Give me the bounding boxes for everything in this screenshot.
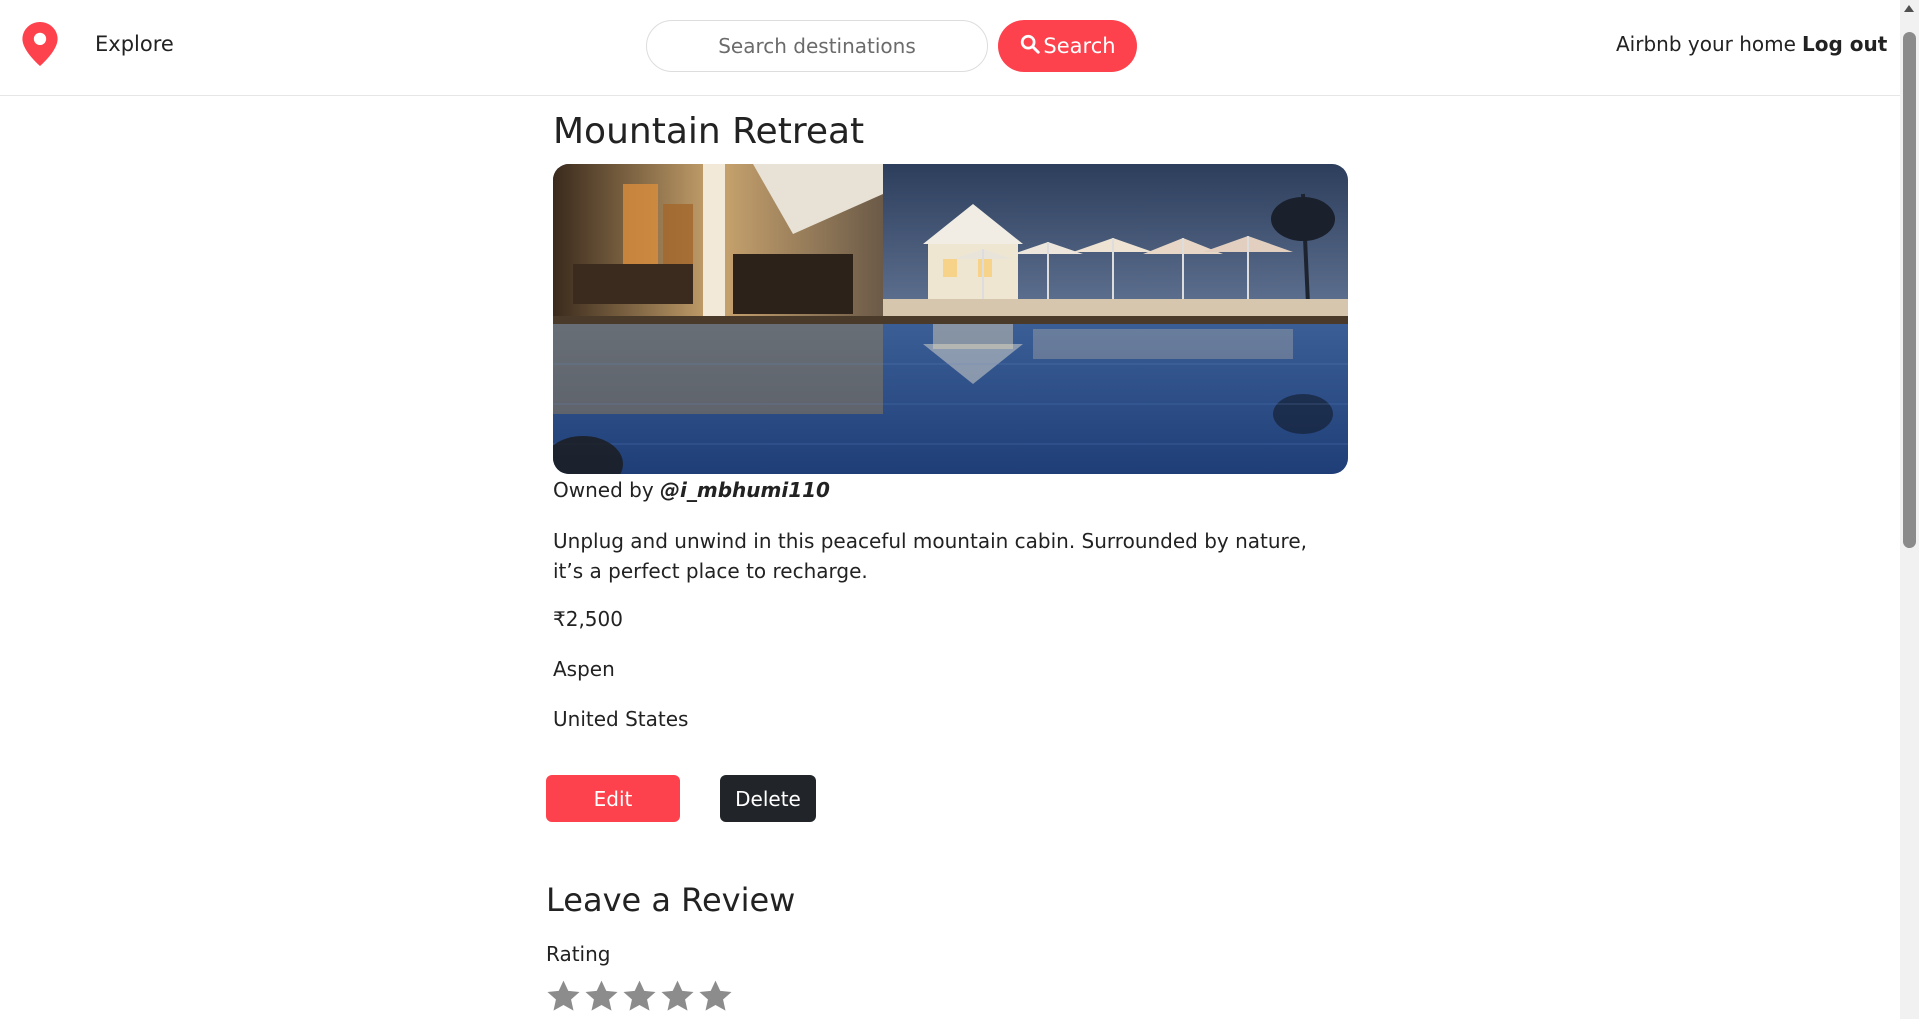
owner-username: @i_mbhumi110 [660,478,830,502]
star-icon[interactable] [545,977,582,1015]
star-icon[interactable] [621,977,658,1015]
star-rating[interactable] [545,977,734,1015]
listing-title: Mountain Retreat [553,111,865,152]
rating-label: Rating [546,942,611,966]
navbar: Explore Search Airbnb your home Log out [0,0,1900,96]
edit-button[interactable]: Edit [546,775,680,822]
star-icon[interactable] [659,977,696,1015]
magnifier-icon [1019,33,1041,60]
listing-owner: Owned by @i_mbhumi110 [553,478,830,502]
review-heading: Leave a Review [546,881,796,919]
logout-link[interactable]: Log out [1802,32,1887,56]
star-icon[interactable] [697,977,734,1015]
search-input[interactable] [646,20,988,72]
listing-price: ₹2,500 [553,607,623,631]
delete-button[interactable]: Delete [720,775,816,822]
airbnb-your-home-link[interactable]: Airbnb your home [1616,32,1796,56]
map-pin-logo-icon[interactable] [22,22,58,66]
nav-explore-link[interactable]: Explore [95,32,174,56]
listing-description: Unplug and unwind in this peaceful mount… [553,529,1308,583]
scrollbar-thumb[interactable] [1903,32,1916,548]
star-icon[interactable] [583,977,620,1015]
owner-prefix: Owned by [553,478,661,502]
listing-country: United States [553,707,689,731]
listing-location: Aspen [553,657,615,681]
search-button-label: Search [1043,34,1116,58]
scroll-up-arrow-icon[interactable] [1904,5,1914,12]
listing-image [553,164,1348,474]
search-button[interactable]: Search [998,20,1137,72]
